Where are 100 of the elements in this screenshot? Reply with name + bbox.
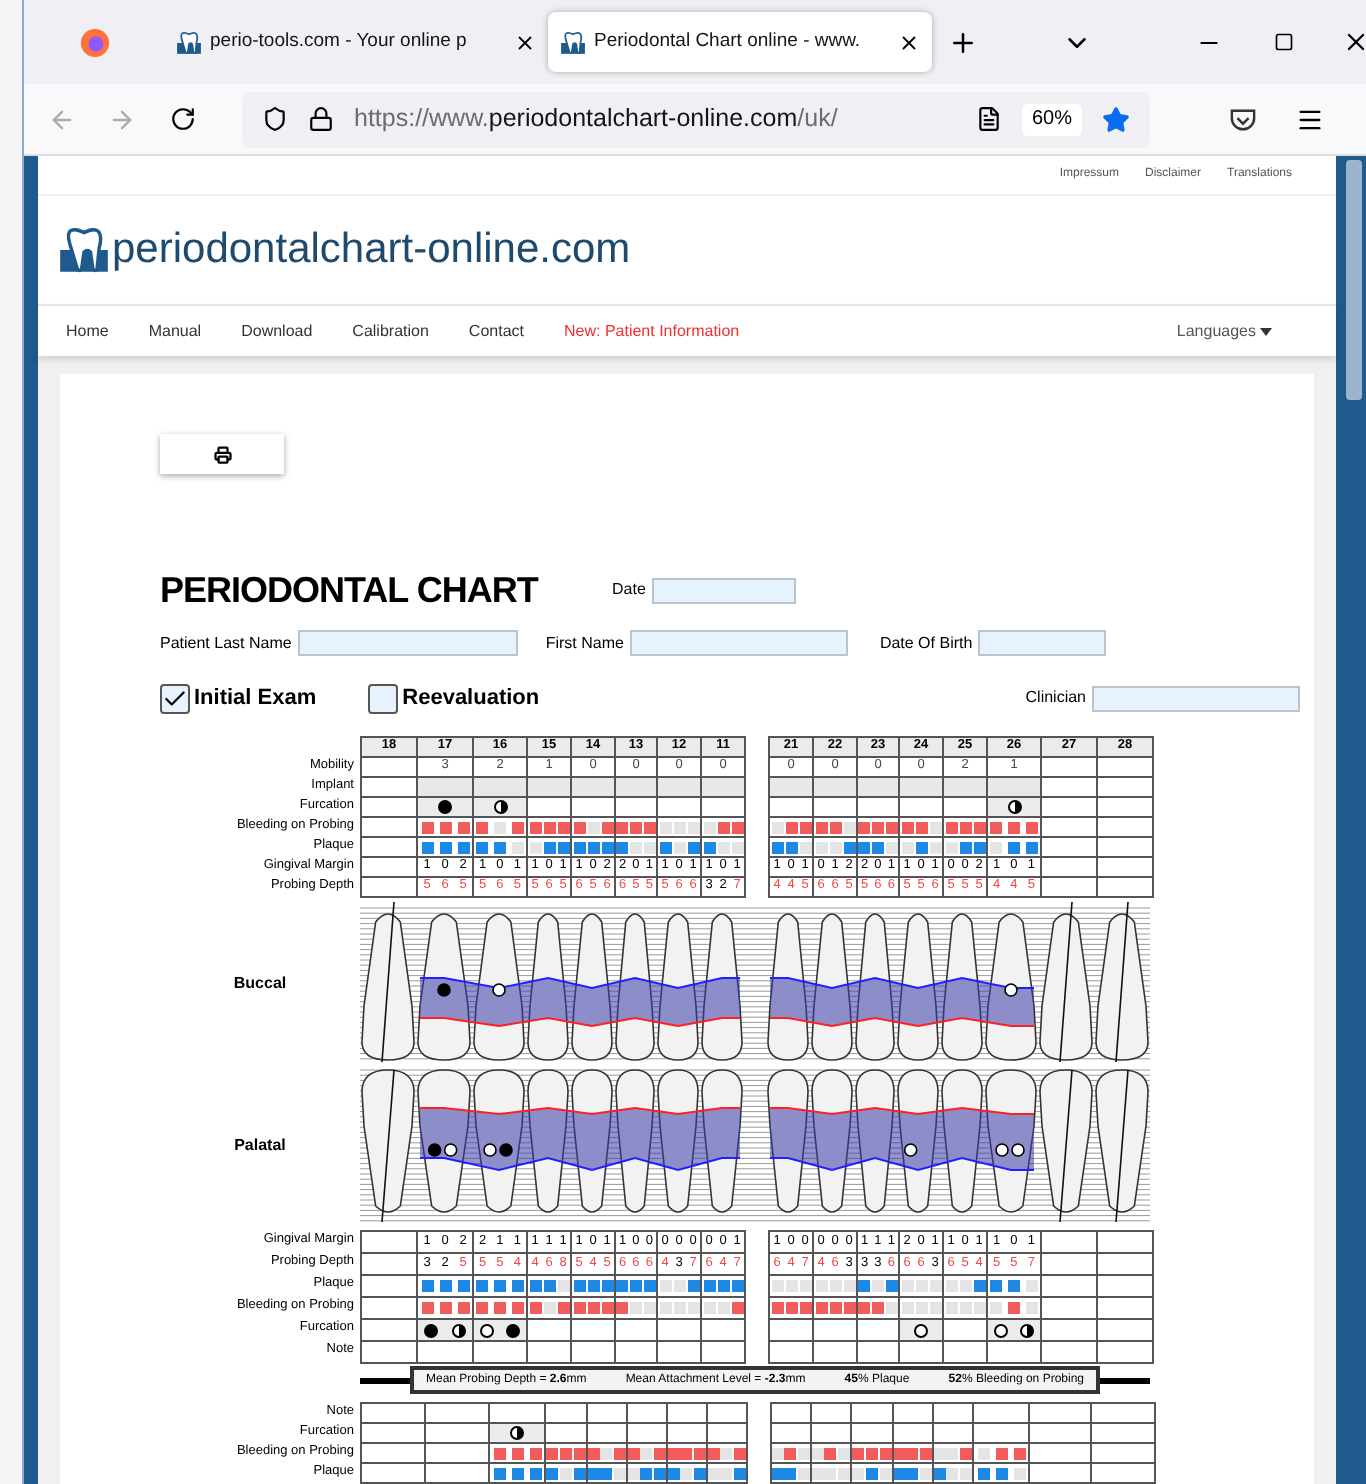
bleeding-site-marker[interactable] (557, 1302, 569, 1315)
plaque-site-marker[interactable] (919, 1467, 932, 1480)
bleeding-site-marker[interactable] (457, 821, 469, 834)
plaque-site-marker[interactable] (731, 841, 743, 854)
bleeding-site-marker[interactable] (1013, 1447, 1025, 1460)
bleeding-site-marker[interactable] (659, 1302, 671, 1315)
furcation-cell[interactable] (546, 1424, 588, 1445)
bleeding-site-marker[interactable] (1007, 821, 1020, 834)
plaque-site-marker[interactable] (733, 1467, 746, 1480)
bleeding-site-marker[interactable] (959, 1447, 972, 1460)
plaque-site-marker[interactable] (906, 1467, 919, 1480)
furcation-cell[interactable] (934, 1424, 974, 1445)
bleeding-site-marker[interactable] (959, 1302, 971, 1315)
maximize-icon[interactable] (1274, 32, 1294, 52)
checkbox[interactable] (368, 683, 399, 714)
bleeding-site-marker[interactable] (919, 1447, 932, 1460)
bleeding-site-marker[interactable] (771, 1302, 783, 1315)
plaque-site-marker[interactable] (829, 841, 841, 854)
plaque-site-marker[interactable] (659, 1280, 671, 1293)
bleeding-site-marker[interactable] (815, 821, 827, 834)
bleeding-site-marker[interactable] (511, 821, 524, 834)
bleeding-site-marker[interactable] (703, 1302, 715, 1315)
plaque-site-marker[interactable] (493, 1280, 506, 1293)
implant-cell[interactable] (572, 778, 616, 799)
plaque-site-marker[interactable] (529, 1280, 541, 1293)
furcation-cell[interactable] (572, 798, 616, 819)
furcation-cell[interactable] (900, 798, 944, 819)
bleeding-site-marker[interactable] (879, 1447, 892, 1460)
print-button[interactable] (160, 434, 284, 475)
furcation-cell[interactable] (588, 1424, 628, 1445)
plaque-site-marker[interactable] (990, 1280, 1003, 1293)
url-text[interactable]: https://www.periodontalchart-online.com/uk/ (354, 100, 838, 138)
furcation-cell[interactable] (702, 798, 746, 819)
plaque-site-marker[interactable] (894, 1467, 907, 1480)
bleeding-site-marker[interactable] (901, 1302, 913, 1315)
nav-link[interactable]: Home (66, 319, 109, 344)
bleeding-site-marker[interactable] (945, 821, 957, 834)
bleeding-site-marker[interactable] (871, 1302, 884, 1315)
plaque-site-marker[interactable] (616, 841, 629, 854)
bleeding-site-marker[interactable] (731, 821, 743, 834)
bleeding-site-marker[interactable] (837, 1447, 850, 1460)
plaque-site-marker[interactable] (812, 1467, 825, 1480)
plaque-site-marker[interactable] (995, 1467, 1007, 1480)
bleeding-site-marker[interactable] (843, 1302, 855, 1315)
bleeding-site-marker[interactable] (457, 1302, 469, 1315)
plaque-site-marker[interactable] (871, 841, 884, 854)
plaque-site-marker[interactable] (785, 1280, 797, 1293)
plaque-site-marker[interactable] (693, 1467, 706, 1480)
text-field[interactable] (651, 577, 796, 604)
note-cell[interactable] (814, 1342, 858, 1365)
plaque-site-marker[interactable] (815, 1280, 827, 1293)
bleeding-site-marker[interactable] (945, 1302, 957, 1315)
bleeding-site-marker[interactable] (529, 821, 541, 834)
plaque-site-marker[interactable] (959, 1467, 972, 1480)
checkbox[interactable] (160, 683, 190, 714)
plaque-site-marker[interactable] (1007, 1280, 1020, 1293)
plaque-site-marker[interactable] (885, 841, 898, 854)
plaque-site-marker[interactable] (799, 841, 811, 854)
note-cell[interactable] (702, 1342, 746, 1365)
furcation-cell[interactable] (490, 1424, 546, 1445)
bleeding-site-marker[interactable] (493, 1447, 505, 1460)
plaque-site-marker[interactable] (587, 1280, 599, 1293)
bleeding-site-marker[interactable] (687, 1302, 699, 1315)
note-cell[interactable] (708, 1404, 748, 1425)
bleeding-site-marker[interactable] (717, 1302, 729, 1315)
plaque-site-marker[interactable] (1025, 1280, 1038, 1293)
bleeding-site-marker[interactable] (559, 1447, 572, 1460)
plaque-site-marker[interactable] (439, 841, 451, 854)
plaque-site-marker[interactable] (573, 1280, 585, 1293)
note-cell[interactable] (546, 1404, 588, 1425)
furcation-cell[interactable] (474, 1320, 528, 1343)
bleeding-site-marker[interactable] (421, 821, 433, 834)
bleeding-site-marker[interactable] (784, 1447, 797, 1460)
note-cell[interactable] (852, 1404, 894, 1425)
plaque-site-marker[interactable] (837, 1467, 850, 1480)
shield-icon[interactable] (262, 106, 288, 132)
implant-cell[interactable] (858, 778, 900, 799)
plaque-site-marker[interactable] (653, 1467, 666, 1480)
plaque-site-marker[interactable] (673, 1280, 685, 1293)
plaque-site-marker[interactable] (643, 841, 656, 854)
languages-dropdown[interactable]: Languages (1176, 319, 1272, 344)
bleeding-site-marker[interactable] (511, 1302, 524, 1315)
bleeding-site-marker[interactable] (1007, 1302, 1020, 1315)
bleeding-site-marker[interactable] (785, 1302, 797, 1315)
bleeding-site-marker[interactable] (601, 1302, 613, 1315)
plaque-site-marker[interactable] (731, 1280, 743, 1293)
bleeding-site-marker[interactable] (731, 1302, 743, 1315)
bleeding-site-marker[interactable] (1025, 1302, 1038, 1315)
plaque-site-marker[interactable] (511, 841, 524, 854)
bleeding-site-marker[interactable] (601, 821, 613, 834)
note-cell[interactable] (944, 1342, 988, 1365)
bleeding-site-marker[interactable] (573, 1302, 585, 1315)
plaque-site-marker[interactable] (879, 1467, 892, 1480)
plaque-site-marker[interactable] (493, 841, 506, 854)
plaque-site-marker[interactable] (511, 1280, 524, 1293)
forward-icon[interactable] (108, 105, 136, 133)
plaque-site-marker[interactable] (945, 841, 957, 854)
furcation-cell[interactable] (988, 1320, 1042, 1343)
plaque-site-marker[interactable] (901, 841, 913, 854)
plaque-site-marker[interactable] (829, 1280, 841, 1293)
